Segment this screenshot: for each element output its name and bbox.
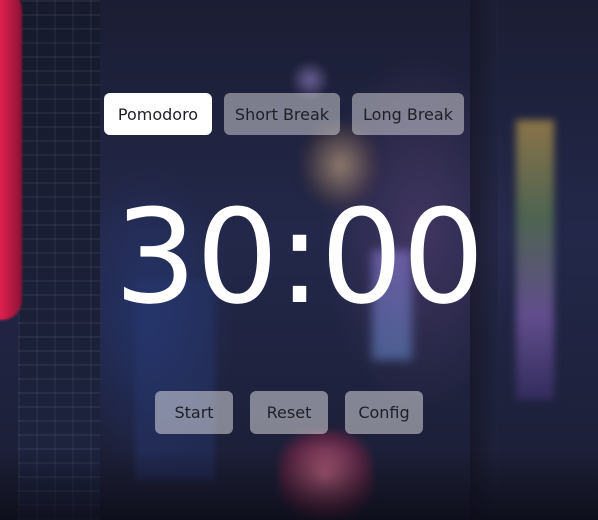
mode-pomodoro-button[interactable]: Pomodoro (104, 93, 212, 135)
timer-display: 30:00 (114, 181, 485, 333)
config-button[interactable]: Config (345, 391, 423, 434)
reset-button[interactable]: Reset (250, 391, 328, 434)
start-button[interactable]: Start (155, 391, 233, 434)
mode-selector: Pomodoro Short Break Long Break (104, 93, 464, 135)
mode-long-break-button[interactable]: Long Break (352, 93, 464, 135)
background-ground-shadow (0, 450, 598, 520)
mode-short-break-button[interactable]: Short Break (224, 93, 340, 135)
timer-controls: Start Reset Config (155, 391, 423, 434)
